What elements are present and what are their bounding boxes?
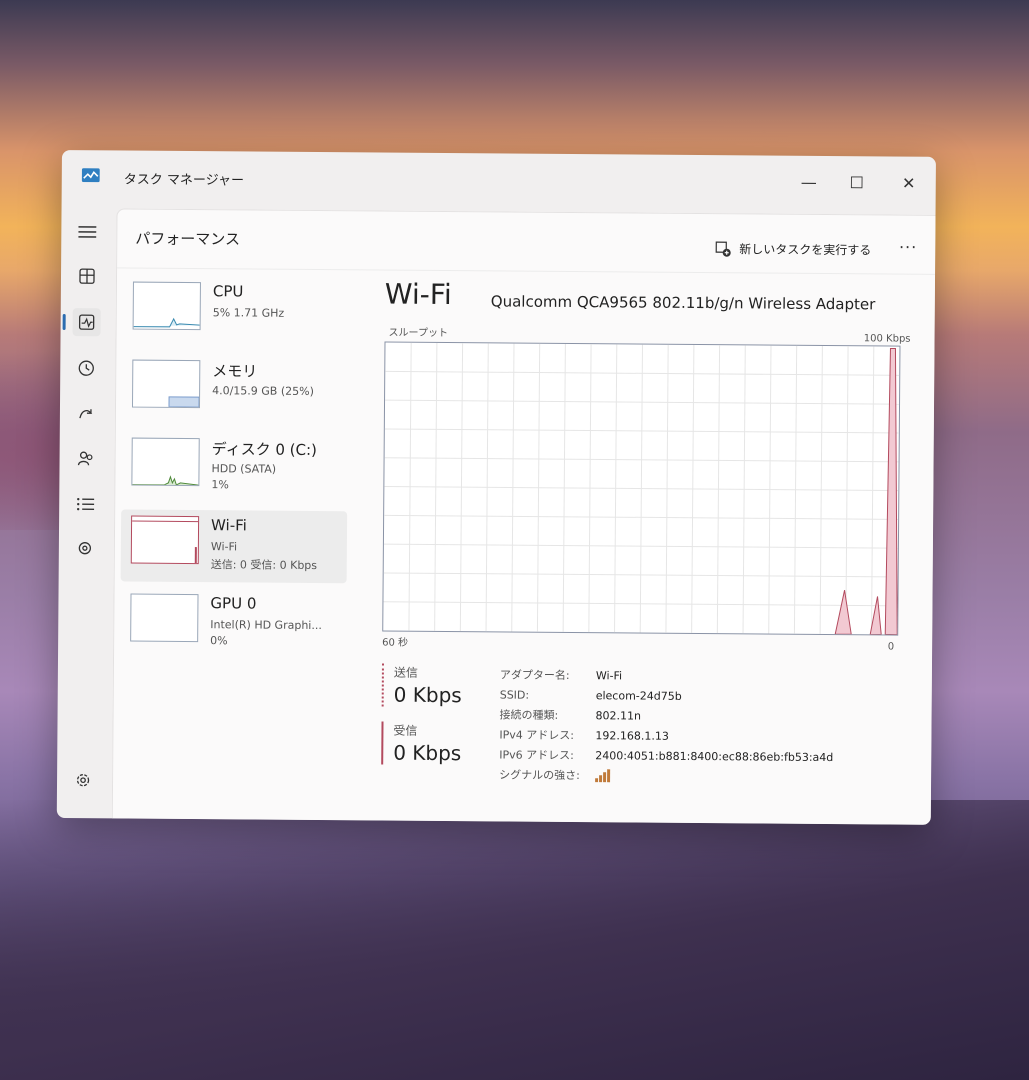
processes-icon	[79, 268, 95, 284]
minimize-icon: —	[800, 172, 817, 192]
task-manager-window: タスク マネージャー — ☐ ✕ パフォーマンス 新しいタスクを実行する ···…	[56, 150, 936, 825]
property-value: 192.168.1.13	[595, 728, 669, 743]
device-item-memory[interactable]: メモリ 4.0/15.9 GB (25%)	[122, 353, 349, 427]
property-row: シグナルの強さ:	[499, 764, 833, 787]
nav-settings[interactable]	[69, 766, 97, 794]
receive-value: 0 Kbps	[393, 740, 462, 766]
wifi-detail-area: Wi-Fi Qualcomm QCA9565 802.11b/g/n Wirel…	[382, 278, 915, 653]
hamburger-menu-button[interactable]	[73, 218, 101, 246]
property-key: SSID:	[499, 687, 530, 702]
property-value: elecom-24d75b	[595, 688, 682, 703]
property-row: IPv6 アドレス: 2400:4051:b881:8400:ec88:86eb:…	[499, 744, 833, 767]
settings-icon	[76, 774, 90, 787]
property-key: IPv6 アドレス:	[499, 748, 574, 763]
close-button[interactable]: ✕	[892, 169, 926, 197]
property-key: IPv4 アドレス:	[499, 728, 575, 743]
device-name: CPU	[212, 282, 244, 301]
device-detail: HDD (SATA)	[211, 462, 277, 476]
nav-performance[interactable]	[72, 308, 101, 337]
details-icon	[76, 497, 95, 511]
maximize-button[interactable]: ☐	[840, 168, 874, 196]
services-icon	[78, 542, 92, 555]
nav-services[interactable]	[71, 534, 99, 562]
device-item-gpu[interactable]: GPU 0 Intel(R) HD Graphi... 0%	[120, 587, 347, 661]
graph-gridlines	[383, 342, 900, 635]
startup-icon	[79, 409, 93, 419]
property-value: Wi-Fi	[595, 668, 623, 682]
property-row: SSID: elecom-24d75b	[500, 684, 834, 707]
time-axis-left-label: 60 秒	[382, 637, 409, 649]
wallpaper-mountain	[0, 800, 1029, 1080]
throughput-spike-1	[834, 590, 852, 635]
header-divider	[117, 267, 936, 275]
property-row: IPv4 アドレス: 192.168.1.13	[499, 724, 833, 747]
device-usage: 送信: 0 受信: 0 Kbps	[210, 558, 318, 573]
gpu-thumbnail-graph	[130, 593, 199, 643]
throughput-label: スループット	[388, 327, 449, 340]
throughput-max-label: 100 Kbps	[863, 333, 911, 345]
device-detail: 4.0/15.9 GB (25%)	[212, 384, 314, 398]
device-item-cpu[interactable]: CPU 5% 1.71 GHz	[122, 275, 349, 349]
nav-users[interactable]	[71, 444, 99, 472]
window-title: タスク マネージャー	[123, 172, 245, 189]
device-detail: Wi-Fi	[210, 540, 238, 554]
device-name: GPU 0	[210, 594, 257, 613]
task-manager-app-icon	[81, 168, 100, 183]
send-label: 送信	[393, 665, 418, 680]
property-key: アダプター名:	[499, 668, 570, 683]
signal-strength-icon	[595, 769, 611, 783]
performance-icon	[78, 314, 95, 330]
device-name: ディスク 0 (C:)	[211, 440, 317, 460]
run-new-task-button[interactable]: 新しいタスクを実行する	[715, 240, 871, 258]
run-new-task-label: 新しいタスクを実行する	[739, 242, 872, 258]
minimize-button[interactable]: —	[792, 168, 826, 196]
title-bar[interactable]: タスク マネージャー — ☐ ✕	[62, 150, 936, 211]
maximize-icon: ☐	[849, 172, 865, 192]
device-detail: 5% 1.71 GHz	[212, 306, 285, 320]
history-icon	[78, 360, 94, 376]
nav-app-history[interactable]	[72, 354, 100, 382]
receive-stat: 受信 0 Kbps	[381, 721, 494, 766]
more-options-button[interactable]: ···	[899, 238, 917, 257]
disk-thumbnail-graph	[131, 437, 200, 487]
page-title: パフォーマンス	[135, 229, 241, 249]
property-row: アダプター名: Wi-Fi	[500, 664, 834, 687]
time-axis-right-label: 0	[887, 641, 895, 653]
navigation-rail	[57, 204, 114, 818]
network-stats: 送信 0 Kbps 受信 0 Kbps アダプター名: Wi-Fi SSID: el…	[381, 663, 902, 825]
device-name: Wi-Fi	[210, 516, 247, 535]
property-row: 接続の種類: 802.11n	[500, 704, 834, 727]
graph-title: Wi-Fi	[384, 277, 452, 312]
nav-active-indicator	[62, 314, 66, 331]
device-usage: 0%	[210, 634, 228, 648]
device-usage: 1%	[211, 478, 229, 492]
nav-processes[interactable]	[73, 262, 101, 290]
throughput-graph	[382, 341, 901, 636]
close-icon: ✕	[901, 173, 916, 193]
users-icon	[77, 451, 93, 466]
device-detail: Intel(R) HD Graphi...	[210, 618, 322, 633]
throughput-spike-3	[884, 348, 898, 636]
device-item-wifi[interactable]: Wi-Fi Wi-Fi 送信: 0 受信: 0 Kbps	[120, 509, 348, 584]
performance-panel: パフォーマンス 新しいタスクを実行する ··· CPU 5% 1.71 GHz …	[111, 208, 936, 825]
send-value: 0 Kbps	[393, 682, 462, 708]
hamburger-icon	[78, 226, 97, 238]
adapter-name: Qualcomm QCA9565 802.11b/g/n Wireless Ad…	[490, 292, 876, 314]
nav-details[interactable]	[71, 490, 99, 518]
property-value: 802.11n	[595, 708, 642, 723]
property-value: 2400:4051:b881:8400:ec88:86eb:fb53:a4d	[595, 748, 834, 764]
wifi-thumbnail-graph	[130, 515, 200, 565]
device-item-disk[interactable]: ディスク 0 (C:) HDD (SATA) 1%	[121, 431, 348, 505]
send-stat: 送信 0 Kbps	[381, 663, 494, 708]
receive-label: 受信	[393, 723, 418, 738]
device-name: メモリ	[212, 362, 258, 381]
cpu-thumbnail-graph	[132, 281, 201, 331]
memory-thumbnail-graph	[131, 359, 201, 409]
property-key: シグナルの強さ:	[499, 768, 580, 783]
adapter-properties: アダプター名: Wi-Fi SSID: elecom-24d75b 接続の種類: 80…	[499, 664, 834, 787]
property-key: 接続の種類:	[499, 708, 559, 722]
device-list: CPU 5% 1.71 GHz メモリ 4.0/15.9 GB (25%) ディ…	[120, 275, 349, 667]
new-task-icon	[715, 241, 731, 257]
nav-startup[interactable]	[72, 400, 100, 428]
